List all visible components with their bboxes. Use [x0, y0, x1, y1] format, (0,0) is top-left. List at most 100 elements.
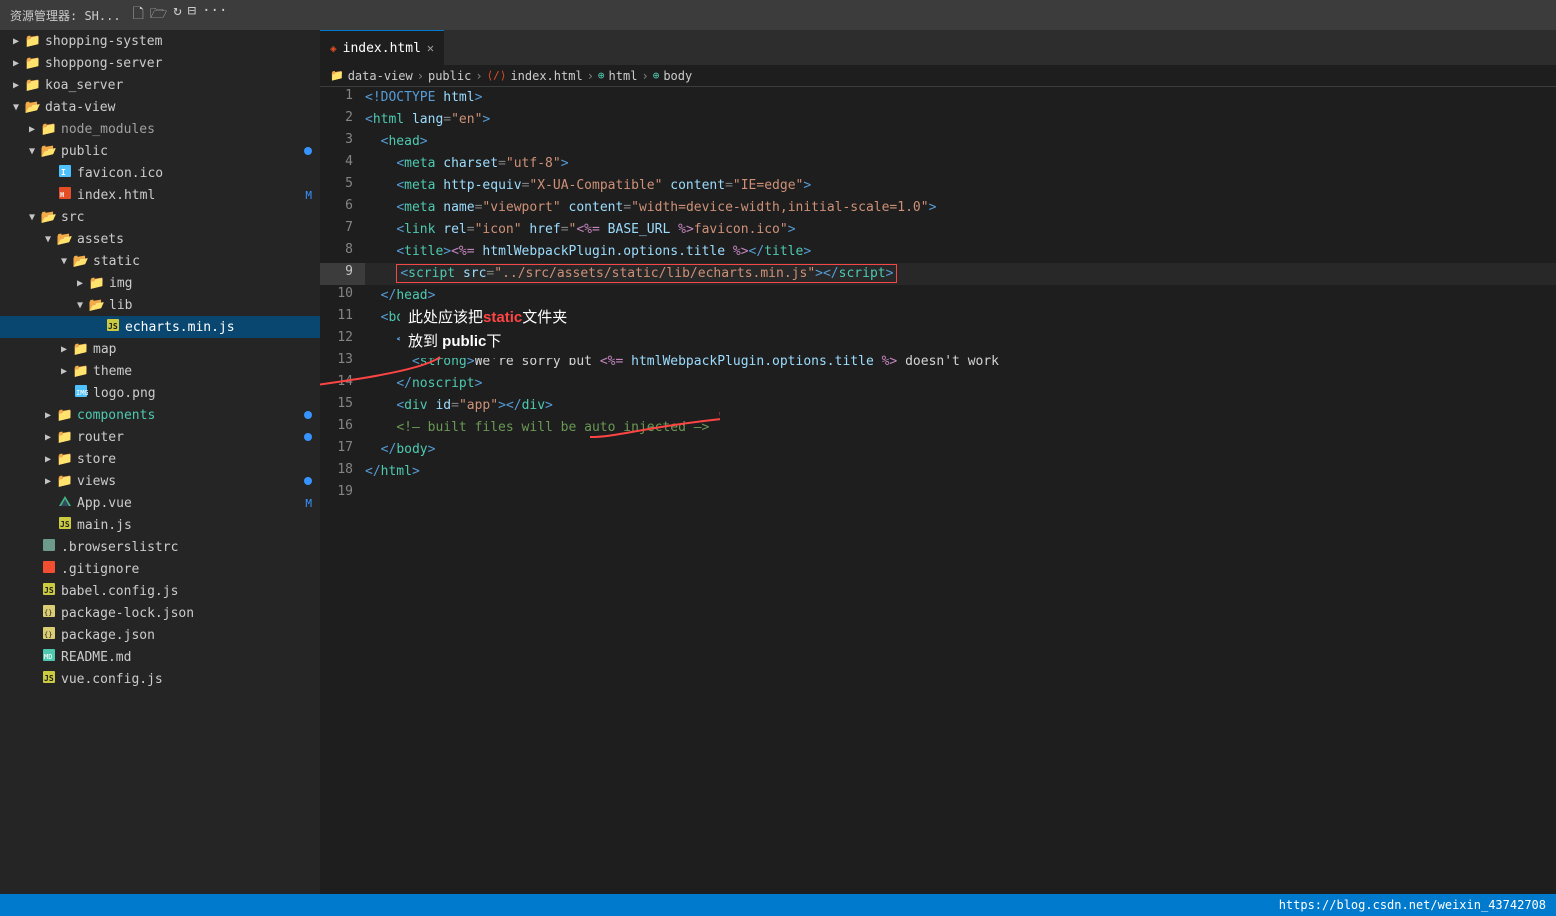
- collapse-icon[interactable]: ⊟: [188, 3, 196, 27]
- code-line: 1 <!DOCTYPE html>: [320, 87, 1556, 109]
- line-number: 10: [320, 285, 365, 307]
- sidebar-item-readme[interactable]: MD README.md: [0, 646, 320, 668]
- tab-label: index.html: [343, 41, 421, 56]
- code-line: 6 <meta name="viewport" content="width=d…: [320, 197, 1556, 219]
- code-line: 11 <body>: [320, 307, 1556, 329]
- arrow-icon: ▼: [72, 300, 88, 311]
- line-content: <title><%= htmlWebpackPlugin.options.tit…: [365, 241, 1556, 263]
- folder-open-icon: 📂: [24, 100, 42, 115]
- code-line: 18 </html>: [320, 461, 1556, 483]
- arrow-icon: ▶: [40, 432, 56, 443]
- sidebar-label: vue.config.js: [61, 672, 163, 687]
- line-number: 6: [320, 197, 365, 219]
- arrow-icon: ▶: [8, 36, 24, 47]
- line-number: 13: [320, 351, 365, 373]
- sidebar-item-browserslistrc[interactable]: .browserslistrc: [0, 536, 320, 558]
- sidebar-item-logo[interactable]: IMG logo.png: [0, 382, 320, 404]
- sidebar-item-data-view[interactable]: ▼ 📂 data-view: [0, 96, 320, 118]
- sidebar-label: img: [109, 276, 132, 291]
- refresh-icon[interactable]: ↻: [173, 3, 181, 27]
- sidebar-label: index.html: [77, 188, 155, 203]
- more-icon[interactable]: ···: [202, 3, 227, 27]
- tab-index-html[interactable]: ◈ index.html ✕: [320, 30, 444, 65]
- breadcrumb-item: public: [428, 69, 471, 83]
- svg-text:{}: {}: [44, 609, 52, 617]
- sidebar-item-gitignore[interactable]: .gitignore: [0, 558, 320, 580]
- line-content: <script src="../src/assets/static/lib/ec…: [365, 263, 1556, 285]
- new-folder-icon[interactable]: 🗁: [150, 3, 167, 27]
- json-icon: {}: [40, 626, 58, 644]
- breadcrumb-item: html: [609, 69, 638, 83]
- vue-icon: [56, 494, 74, 512]
- sidebar-item-echarts[interactable]: JS echarts.min.js: [0, 316, 320, 338]
- line-content: <meta charset="utf-8">: [365, 153, 1556, 175]
- arrow-icon: ▶: [40, 454, 56, 465]
- breadcrumb-item: data-view: [348, 69, 413, 83]
- code-editor[interactable]: 1 <!DOCTYPE html> 2 <html lang="en"> 3 <…: [320, 87, 1556, 894]
- line-content: </html>: [365, 461, 1556, 483]
- folder-icon: 📁: [56, 452, 74, 467]
- sidebar-item-package-lock[interactable]: {} package-lock.json: [0, 602, 320, 624]
- sidebar-label: store: [77, 452, 116, 467]
- sidebar-item-img[interactable]: ▶ 📁 img: [0, 272, 320, 294]
- folder-icon: 📁: [56, 474, 74, 489]
- sidebar-item-src[interactable]: ▼ 📂 src: [0, 206, 320, 228]
- sidebar-item-vue-config[interactable]: JS vue.config.js: [0, 668, 320, 690]
- line-content: <meta http-equiv="X-UA-Compatible" conte…: [365, 175, 1556, 197]
- sidebar-item-index-html[interactable]: H index.html M: [0, 184, 320, 206]
- sidebar-item-assets[interactable]: ▼ 📂 assets: [0, 228, 320, 250]
- sidebar-item-babel-config[interactable]: JS babel.config.js: [0, 580, 320, 602]
- sidebar-item-main-js[interactable]: JS main.js: [0, 514, 320, 536]
- sidebar-label: README.md: [61, 650, 131, 665]
- arrow-icon: ▶: [40, 476, 56, 487]
- breadcrumb-sep: ›: [641, 69, 648, 83]
- sidebar-item-app-vue[interactable]: App.vue M: [0, 492, 320, 514]
- line-content: <!— built files will be auto injected —>: [365, 417, 1556, 439]
- line-number: 19: [320, 483, 365, 505]
- sidebar: ▶ 📁 shopping-system ▶ 📁 shoppong-server …: [0, 30, 320, 894]
- line-content: <div id="app"></div>: [365, 395, 1556, 417]
- sidebar-label: shopping-system: [45, 34, 162, 49]
- line-number: 8: [320, 241, 365, 263]
- sidebar-item-package-json[interactable]: {} package.json: [0, 624, 320, 646]
- status-bar-url: https://blog.csdn.net/weixin_43742708: [1279, 898, 1546, 912]
- sidebar-item-theme[interactable]: ▶ 📁 theme: [0, 360, 320, 382]
- sidebar-item-map[interactable]: ▶ 📁 map: [0, 338, 320, 360]
- sidebar-item-koa-server[interactable]: ▶ 📁 koa_server: [0, 74, 320, 96]
- sidebar-label: babel.config.js: [61, 584, 178, 599]
- sidebar-label: views: [77, 474, 116, 489]
- arrow-icon: ▶: [8, 58, 24, 69]
- sidebar-item-public[interactable]: ▼ 📂 public: [0, 140, 320, 162]
- sidebar-item-lib[interactable]: ▼ 📂 lib: [0, 294, 320, 316]
- sidebar-label: App.vue: [77, 496, 132, 511]
- modified-dot: [304, 477, 312, 485]
- body-icon: ⊕: [653, 69, 660, 82]
- sidebar-label: node_modules: [61, 122, 155, 137]
- sidebar-item-shoppong-server[interactable]: ▶ 📁 shoppong-server: [0, 52, 320, 74]
- code-line: 5 <meta http-equiv="X-UA-Compatible" con…: [320, 175, 1556, 197]
- new-file-icon[interactable]: 🗋: [133, 3, 144, 27]
- tab-icon: ◈: [330, 42, 337, 55]
- arrow-icon: ▼: [24, 146, 40, 157]
- line-content: <link rel="icon" href="<%= BASE_URL %>fa…: [365, 219, 1556, 241]
- sidebar-item-shopping-system[interactable]: ▶ 📁 shopping-system: [0, 30, 320, 52]
- sidebar-item-components[interactable]: ▶ 📁 components: [0, 404, 320, 426]
- sidebar-label: favicon.ico: [77, 166, 163, 181]
- line-content: </head>: [365, 285, 1556, 307]
- sidebar-item-static[interactable]: ▼ 📂 static: [0, 250, 320, 272]
- code-line: 14 </noscript>: [320, 373, 1556, 395]
- arrow-icon: ▼: [40, 234, 56, 245]
- code-line: 10 </head>: [320, 285, 1556, 307]
- svg-text:{}: {}: [44, 631, 52, 639]
- sidebar-item-store[interactable]: ▶ 📁 store: [0, 448, 320, 470]
- modified-dot: [304, 433, 312, 441]
- folder-open-icon: 📂: [72, 254, 90, 269]
- js-icon: JS: [40, 670, 58, 688]
- folder-icon: 📁: [88, 276, 106, 291]
- sidebar-item-favicon[interactable]: I favicon.ico: [0, 162, 320, 184]
- generic-icon: [40, 538, 58, 556]
- sidebar-item-node-modules[interactable]: ▶ 📁 node_modules: [0, 118, 320, 140]
- sidebar-item-views[interactable]: ▶ 📁 views: [0, 470, 320, 492]
- tab-close-button[interactable]: ✕: [427, 41, 434, 55]
- sidebar-item-router[interactable]: ▶ 📁 router: [0, 426, 320, 448]
